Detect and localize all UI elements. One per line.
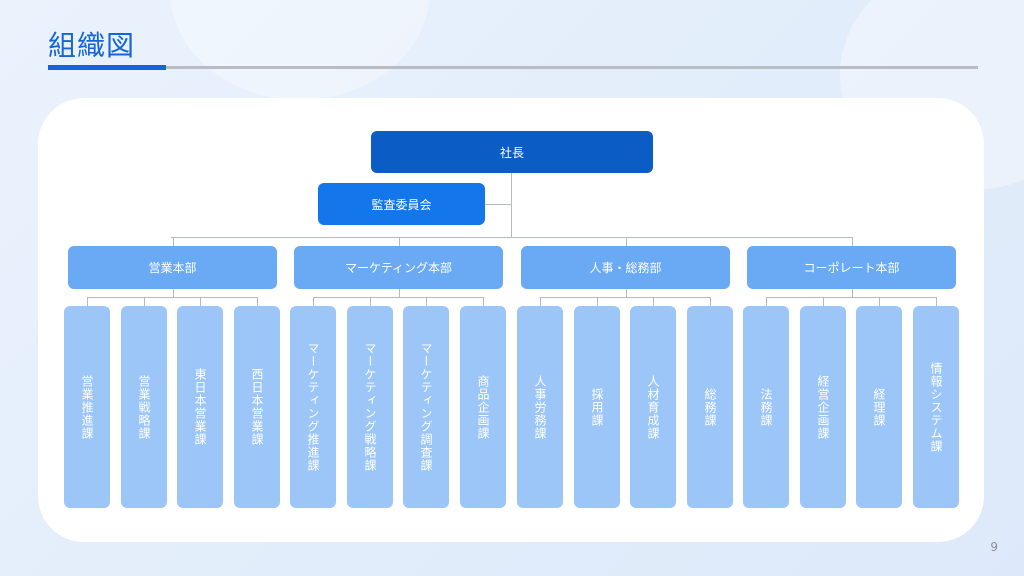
connector-section-bus — [87, 297, 258, 298]
section-label: 経理課 — [872, 387, 886, 427]
section-box: 総務課 — [687, 306, 733, 508]
section-box: 西日本営業課 — [234, 306, 280, 508]
division-box: マーケティング本部 — [294, 246, 503, 289]
org-chart: 社長 監査委員会 営業本部営業推進課 営業戦略課 東日本営業課 西日本営業課 マーケティ… — [0, 0, 1024, 576]
section-label: 西日本営業課 — [250, 368, 264, 446]
section-box: 営業戦略課 — [121, 306, 167, 508]
connector-section — [313, 297, 314, 306]
connector-section — [597, 297, 598, 306]
division-label: マーケティング本部 — [344, 261, 453, 275]
division-label: コーポレート本部 — [803, 261, 900, 275]
connector-section — [879, 297, 880, 306]
connector-section — [936, 297, 937, 306]
page-number: 9 — [990, 540, 998, 554]
section-label: 法務課 — [759, 387, 773, 427]
connector-section — [200, 297, 201, 306]
section-label: 営業推進課 — [80, 374, 94, 440]
connector-division-bus — [171, 237, 852, 238]
section-box: 商品企画課 — [460, 306, 506, 508]
division-box: 営業本部 — [68, 246, 277, 289]
division-label: 人事・総務部 — [589, 261, 662, 275]
connector-section — [540, 297, 541, 306]
section-box: マーケティング調査課 — [403, 306, 449, 508]
section-box: 経営企画課 — [800, 306, 846, 508]
section-label: 総務課 — [703, 387, 717, 427]
connector-section — [87, 297, 88, 306]
connector-section — [653, 297, 654, 306]
audit-committee-box: 監査委員会 — [318, 183, 485, 225]
section-label: 東日本営業課 — [193, 368, 207, 446]
connector-section — [370, 297, 371, 306]
section-label: 人材育成課 — [646, 374, 660, 440]
connector-section-bus — [540, 297, 711, 298]
section-box: 人材育成課 — [630, 306, 676, 508]
audit-committee-label: 監査委員会 — [371, 197, 432, 212]
ceo-box: 社長 — [371, 131, 653, 173]
connector-section-trunk — [852, 289, 853, 297]
connector-section — [823, 297, 824, 306]
connector-section — [766, 297, 767, 306]
section-label: 情報システム課 — [929, 361, 943, 453]
section-label: 人事労務課 — [533, 374, 547, 440]
division-box: 人事・総務部 — [521, 246, 730, 289]
section-box: 営業推進課 — [64, 306, 110, 508]
section-box: マーケティング推進課 — [290, 306, 336, 508]
connector-audit — [484, 204, 512, 205]
section-label: 商品企画課 — [476, 374, 490, 440]
section-label: マーケティング推進課 — [306, 342, 320, 472]
section-box: 採用課 — [574, 306, 620, 508]
connector-section — [426, 297, 427, 306]
connector-division — [173, 237, 174, 246]
section-box: マーケティング戦略課 — [347, 306, 393, 508]
connector-ceo-trunk — [511, 172, 512, 238]
connector-section — [483, 297, 484, 306]
section-label: 採用課 — [590, 387, 604, 427]
connector-division — [399, 237, 400, 246]
section-box: 法務課 — [743, 306, 789, 508]
connector-section-bus — [766, 297, 937, 298]
section-box: 東日本営業課 — [177, 306, 223, 508]
section-box: 人事労務課 — [517, 306, 563, 508]
connector-section-trunk — [399, 289, 400, 297]
division-box: コーポレート本部 — [747, 246, 956, 289]
section-label: マーケティング戦略課 — [363, 342, 377, 472]
division-label: 営業本部 — [148, 261, 197, 275]
slide: 組織図 社長 監査委員会 営業本部 営業推進課 営業戦略課 東日本営業課 西日本営業課マ… — [0, 0, 1024, 576]
section-label: マーケティング調査課 — [419, 342, 433, 472]
section-label: 経営企画課 — [816, 374, 830, 440]
connector-section-trunk — [626, 289, 627, 297]
connector-division — [626, 237, 627, 246]
connector-division — [852, 237, 853, 246]
ceo-label: 社長 — [499, 145, 524, 160]
section-box: 経理課 — [856, 306, 902, 508]
section-box: 情報システム課 — [913, 306, 959, 508]
section-label: 営業戦略課 — [137, 374, 151, 440]
connector-section — [257, 297, 258, 306]
connector-section-trunk — [173, 289, 174, 297]
connector-section — [144, 297, 145, 306]
connector-section — [710, 297, 711, 306]
connector-section-bus — [313, 297, 484, 298]
